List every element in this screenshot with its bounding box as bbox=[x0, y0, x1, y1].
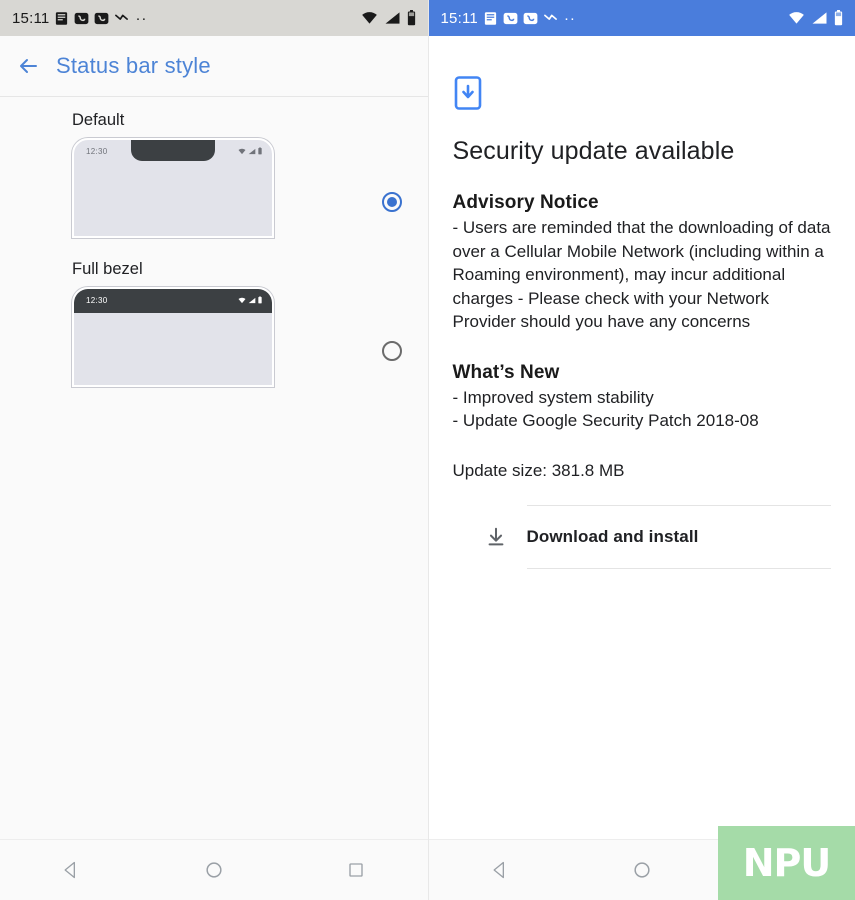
option-default-label: Default bbox=[72, 111, 125, 129]
phone-call-icon bbox=[503, 11, 518, 26]
update-title: Security update available bbox=[452, 137, 735, 165]
nav-home-button[interactable] bbox=[607, 860, 677, 880]
back-triangle-icon bbox=[493, 861, 504, 879]
option-full-bezel-preview: 12:30 bbox=[0, 287, 274, 387]
toolbar: Status bar style bbox=[0, 36, 428, 97]
right-status-bar: 15:11 ·· bbox=[428, 0, 855, 36]
option-default-preview: 12:30 bbox=[0, 138, 274, 238]
update-content: Security update available Advisory Notic… bbox=[429, 36, 855, 569]
signal-icon bbox=[248, 148, 256, 154]
phone-call-icon bbox=[523, 11, 538, 26]
notch-cutout bbox=[131, 140, 215, 161]
arrow-left-icon bbox=[20, 59, 37, 73]
sim-card-icon bbox=[483, 11, 498, 26]
whats-new-heading: What’s New bbox=[452, 361, 560, 383]
option-full-bezel[interactable]: Full bezel 12:30 bbox=[0, 260, 428, 387]
dual-screenshot-container: 15:11 ·· Status bar style Default 12:30 … bbox=[0, 0, 855, 900]
preview-status-icons bbox=[238, 147, 262, 155]
radio-default[interactable] bbox=[381, 192, 402, 212]
nav-back-button[interactable] bbox=[36, 860, 106, 880]
advisory-heading: Advisory Notice bbox=[452, 192, 599, 213]
radio-full-bezel[interactable] bbox=[381, 341, 402, 361]
recents-square-icon bbox=[349, 863, 363, 877]
left-status-bar: 15:11 ·· bbox=[0, 0, 428, 36]
download-and-install-row[interactable]: Download and install bbox=[453, 504, 831, 569]
nav-home-button[interactable] bbox=[179, 860, 249, 880]
battery-icon bbox=[258, 296, 262, 304]
nav-recents-button[interactable] bbox=[321, 861, 391, 879]
back-button[interactable] bbox=[0, 54, 56, 78]
option-full-bezel-label: Full bezel bbox=[72, 260, 143, 278]
signal-icon bbox=[811, 11, 828, 25]
phone-call-icon bbox=[74, 11, 89, 26]
preview-clock: 12:30 bbox=[86, 296, 108, 305]
battery-icon bbox=[258, 147, 262, 155]
status-bar-style-options: Default 12:30 Full bezel 12:30 bbox=[0, 97, 428, 387]
update-size: Update size: 381.8 MB bbox=[452, 460, 625, 480]
phone-preview-notch: 12:30 bbox=[72, 138, 274, 238]
status-bar-clock: 15:11 bbox=[440, 9, 478, 27]
signal-icon bbox=[384, 11, 401, 25]
left-status-bar-left-group: 15:11 ·· bbox=[12, 10, 147, 27]
wifi-icon bbox=[238, 297, 246, 303]
left-phone-screen: 15:11 ·· Status bar style Default 12:30 … bbox=[0, 0, 429, 900]
nav-back-button[interactable] bbox=[465, 860, 535, 880]
wifi-icon bbox=[238, 148, 246, 154]
right-phone-screen: 15:11 ·· Security update available Advis… bbox=[428, 0, 855, 900]
npu-watermark: NPU bbox=[718, 826, 855, 900]
home-circle-icon bbox=[206, 862, 222, 878]
wifi-icon bbox=[788, 11, 805, 25]
option-default[interactable]: Default 12:30 bbox=[0, 111, 428, 238]
left-navigation-bar bbox=[0, 839, 428, 900]
overflow-dots-icon: ·· bbox=[563, 9, 576, 27]
whats-new-body: - Improved system stability - Update Goo… bbox=[452, 387, 759, 431]
wifi-icon bbox=[361, 11, 378, 25]
missed-call-icon bbox=[543, 11, 558, 26]
download-and-install-label: Download and install bbox=[526, 526, 699, 546]
battery-icon bbox=[407, 10, 416, 26]
overflow-dots-icon: ·· bbox=[135, 9, 148, 27]
preview-status-icons bbox=[238, 296, 262, 304]
npu-watermark-text: NPU bbox=[742, 841, 832, 885]
preview-clock: 12:30 bbox=[86, 147, 108, 156]
advisory-body: - Users are reminded that the downloadin… bbox=[452, 218, 831, 331]
sim-card-icon bbox=[54, 11, 69, 26]
page-title: Status bar style bbox=[56, 53, 211, 78]
system-update-icon bbox=[453, 76, 832, 115]
right-status-bar-system-group bbox=[788, 10, 843, 26]
status-bar-clock: 15:11 bbox=[12, 9, 50, 27]
download-icon bbox=[465, 505, 527, 569]
battery-icon bbox=[834, 10, 843, 26]
missed-call-icon bbox=[114, 11, 129, 26]
phone-call-icon bbox=[94, 11, 109, 26]
back-triangle-icon bbox=[64, 861, 76, 879]
home-circle-icon bbox=[634, 862, 650, 878]
right-status-bar-left-group: 15:11 ·· bbox=[441, 10, 576, 27]
phone-preview-bezel: 12:30 bbox=[72, 287, 274, 387]
signal-icon bbox=[248, 297, 256, 303]
left-status-bar-system-group bbox=[361, 10, 416, 26]
